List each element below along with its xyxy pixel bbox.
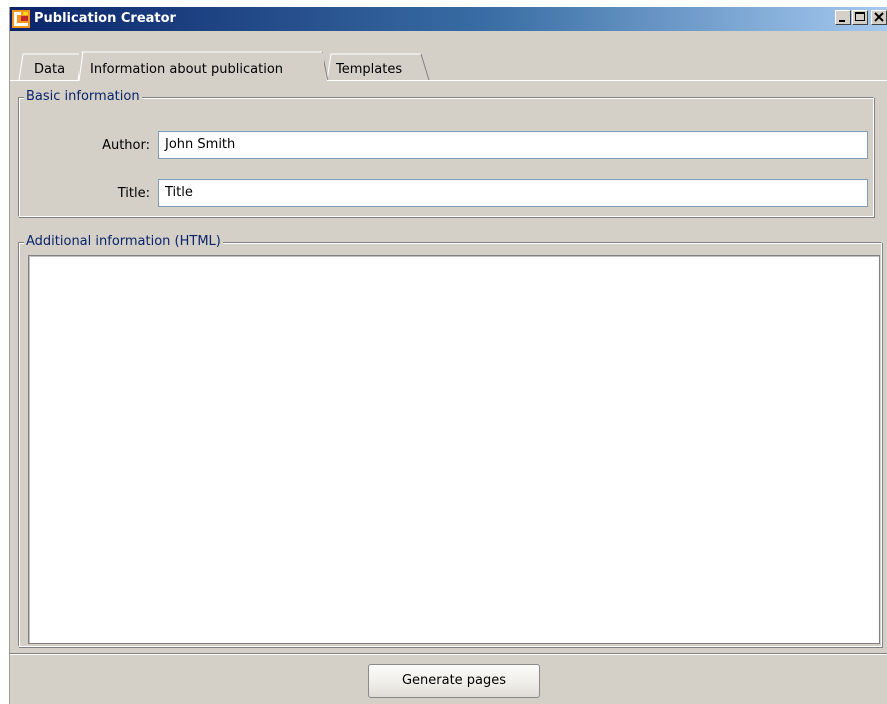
additional-information-legend: Additional information (HTML) bbox=[24, 234, 223, 250]
minimize-icon bbox=[839, 20, 845, 22]
basic-information-legend: Basic information bbox=[24, 89, 142, 105]
title-field[interactable]: Title bbox=[158, 179, 868, 207]
minimize-button[interactable] bbox=[835, 10, 851, 25]
author-field[interactable]: John Smith bbox=[158, 131, 868, 159]
publication-creator-window: Publication Creator Data Information abo… bbox=[9, 7, 887, 704]
tab-data[interactable]: Data bbox=[34, 62, 65, 78]
generate-pages-button[interactable]: Generate pages bbox=[368, 664, 540, 698]
title-bar[interactable]: Publication Creator bbox=[10, 7, 887, 31]
close-button[interactable] bbox=[871, 10, 887, 25]
title-label: Title: bbox=[117, 186, 150, 201]
publication-creator-icon bbox=[12, 10, 30, 28]
window-title: Publication Creator bbox=[34, 11, 176, 26]
maximize-button[interactable] bbox=[852, 10, 868, 25]
tab-templates[interactable]: Templates bbox=[336, 62, 402, 78]
bottom-action-bar: Generate pages bbox=[10, 653, 887, 704]
additional-information-editor[interactable] bbox=[28, 255, 880, 644]
maximize-icon bbox=[855, 12, 865, 21]
tab-strip: Data Information about publication Templ… bbox=[10, 31, 887, 81]
author-label: Author: bbox=[102, 138, 150, 153]
close-icon bbox=[874, 12, 884, 22]
tab-information-about-publication[interactable]: Information about publication bbox=[90, 62, 283, 78]
